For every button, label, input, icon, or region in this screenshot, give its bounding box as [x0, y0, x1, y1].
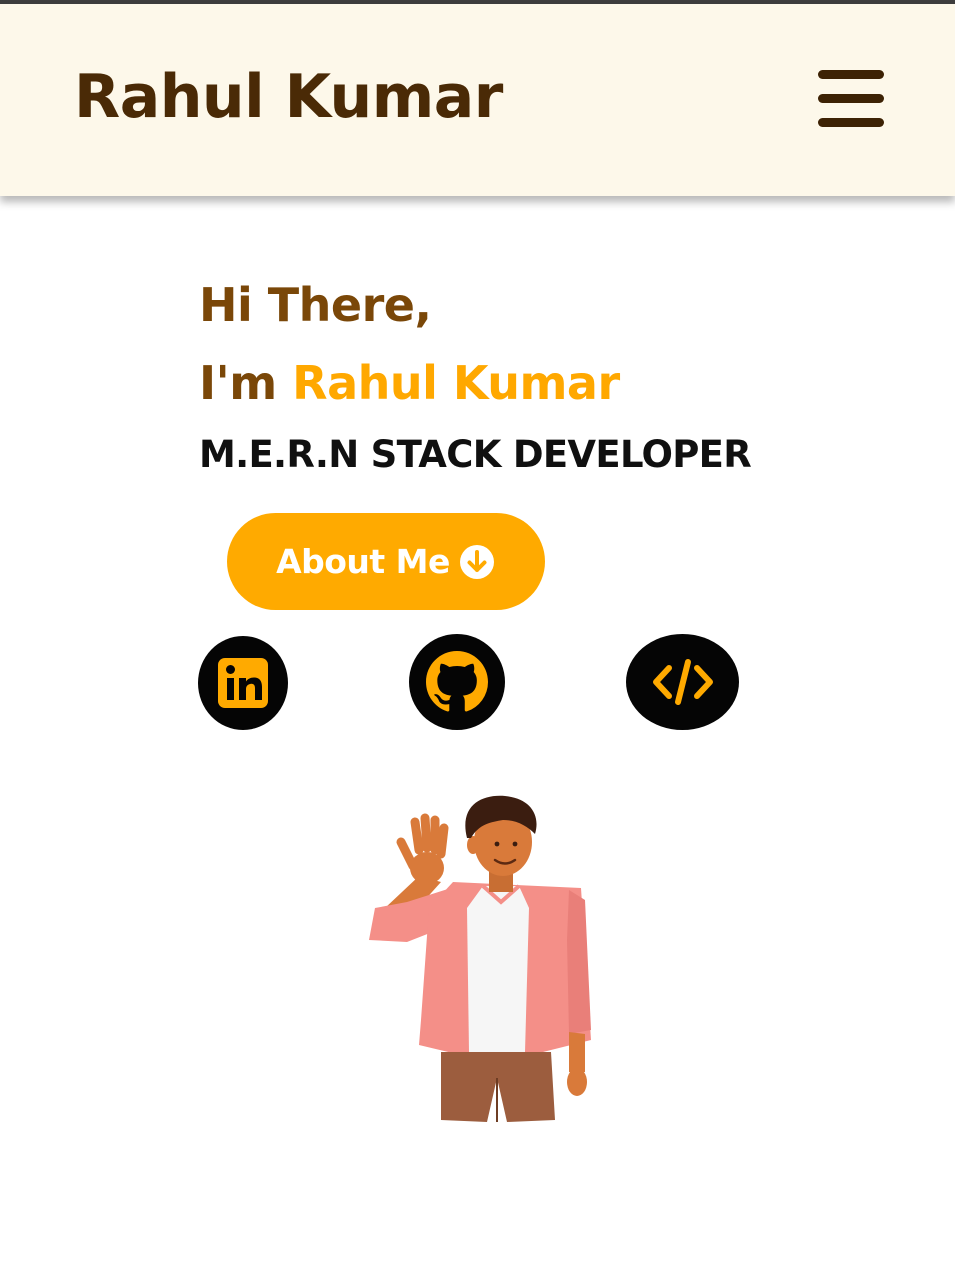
intro-heading: I'm Rahul Kumar: [199, 352, 620, 414]
hero-name: Rahul Kumar: [292, 356, 620, 410]
github-icon: [426, 651, 488, 712]
greeting-heading: Hi There,: [199, 278, 432, 332]
brand-logo-text[interactable]: Rahul Kumar: [74, 62, 503, 132]
about-me-button[interactable]: About Me: [227, 513, 545, 610]
about-me-label: About Me: [276, 542, 450, 581]
code-link[interactable]: [626, 634, 739, 730]
menu-bar: [818, 94, 884, 103]
hamburger-menu-icon[interactable]: [818, 70, 884, 128]
code-icon: [652, 659, 713, 705]
arrow-down-circle-icon: [459, 544, 494, 579]
linkedin-link[interactable]: [198, 636, 288, 730]
intro-prefix: I'm: [199, 356, 293, 410]
role-subtitle: M.E.R.N STACK DEVELOPER: [199, 433, 752, 476]
waving-person-illustration: [369, 795, 591, 1122]
linkedin-icon: [218, 658, 268, 708]
menu-bar: [818, 118, 884, 127]
menu-bar: [818, 70, 884, 79]
github-link[interactable]: [409, 634, 505, 730]
navbar: Rahul Kumar: [0, 4, 955, 196]
